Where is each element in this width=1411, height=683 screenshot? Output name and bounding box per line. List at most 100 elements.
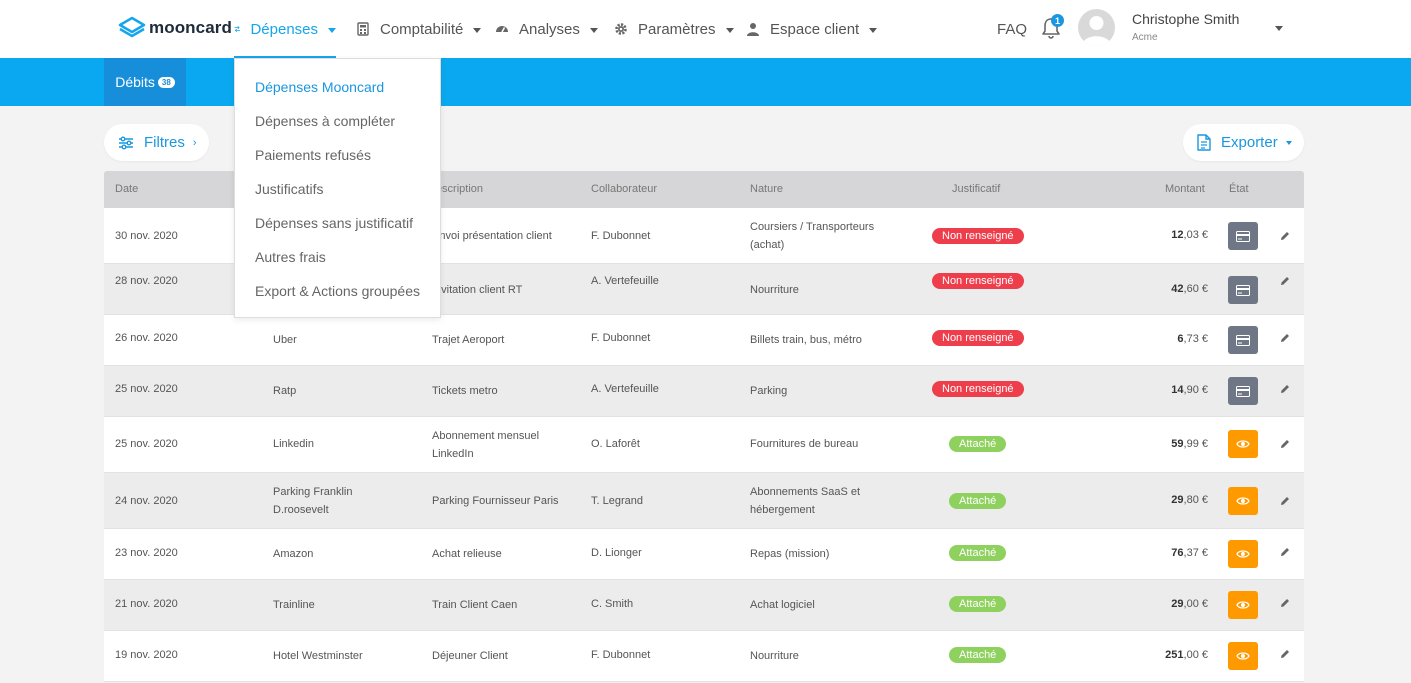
menu-item-depenses-mooncard[interactable]: Dépenses Mooncard [255,79,384,95]
row-collaborator: A. Vertefeuille [591,275,659,287]
nav-analyses-label: Analyses [519,20,580,38]
header-collaborator[interactable]: Collaborateur [591,183,657,195]
amount-integer: 14 [1171,384,1184,396]
view-receipt-button[interactable] [1228,642,1258,670]
row-amount: 42,60 € [1171,283,1208,295]
menu-item-depenses-sans-justificatif[interactable]: Dépenses sans justificatif [255,215,413,231]
row-amount: 14,90 € [1171,384,1208,396]
view-receipt-button[interactable] [1228,540,1258,568]
header-amount[interactable]: Montant [1165,183,1205,195]
pencil-icon[interactable] [1279,275,1291,287]
brand-name: mooncard [149,18,232,37]
row-merchant: Parking Franklin D.roosevelt [273,486,353,516]
menu-item-paiements-refuses[interactable]: Paiements refusés [255,147,371,163]
credit-card-icon [1236,334,1250,346]
table-row[interactable]: 24 nov. 2020 Parking Franklin D.roosevel… [104,473,1304,529]
filters-button[interactable]: Filtres › [104,124,209,161]
row-collaborator: O. Laforêt [591,438,640,450]
amount-decimal: ,80 € [1183,494,1208,506]
faq-link[interactable]: FAQ [997,0,1027,58]
row-amount: 29,00 € [1171,598,1208,610]
row-amount: 12,03 € [1171,229,1208,241]
row-description: Trajet Aeroport [432,334,505,346]
amount-integer: 29 [1171,598,1184,610]
pencil-icon[interactable] [1279,546,1291,558]
table-row[interactable]: 26 nov. 2020 Uber Trajet Aeroport F. Dub… [104,315,1304,366]
menu-item-autres-frais[interactable]: Autres frais [255,249,326,265]
header-state[interactable]: État [1229,183,1249,195]
amount-integer: 12 [1171,229,1184,241]
row-collaborator: F. Dubonnet [591,332,651,344]
amount-integer: 42 [1171,283,1184,295]
nav-comptabilite[interactable]: Comptabilité [356,0,482,58]
menu-item-export-actions-groupees[interactable]: Export & Actions groupées [255,283,420,299]
receipt-status-badge: Attaché [949,493,1007,509]
receipt-status-badge: Non renseigné [932,381,1024,397]
eye-icon [1236,550,1250,558]
nav-parametres[interactable]: Paramètres [614,0,734,58]
row-amount: 76,37 € [1171,547,1208,559]
nav-analyses[interactable]: Analyses [495,0,598,58]
card-state-button[interactable] [1228,377,1258,405]
avatar[interactable] [1078,9,1115,46]
table-row[interactable]: 19 nov. 2020 Hotel Westminster Déjeuner … [104,631,1304,682]
header-date[interactable]: Date [115,183,138,195]
tab-debits-label: Débits [115,74,155,90]
pencil-icon[interactable] [1279,438,1291,450]
notification-count-badge: 1 [1051,14,1064,27]
row-collaborator: T. Legrand [591,495,643,507]
chevron-down-icon [589,27,598,33]
card-state-button[interactable] [1228,222,1258,250]
pencil-icon[interactable] [1279,597,1291,609]
receipt-status-badge: Attaché [949,647,1007,663]
row-nature: Fournitures de bureau [750,438,859,450]
pencil-icon[interactable] [1279,648,1291,660]
depenses-dropdown-menu: Dépenses Mooncard Dépenses à compléter P… [234,58,441,318]
row-nature: Abonnements SaaS et hébergement [750,486,861,516]
view-receipt-button[interactable] [1228,591,1258,619]
row-description: Envoi présentation client [432,230,552,242]
card-state-button[interactable] [1228,326,1258,354]
chevron-down-icon [328,27,336,33]
view-receipt-button[interactable] [1228,487,1258,515]
row-nature: Billets train, bus, métro [750,334,862,346]
receipt-status-badge: Non renseigné [932,330,1024,346]
export-button[interactable]: Exporter [1183,124,1304,161]
table-row[interactable]: 23 nov. 2020 Amazon Achat relieuse D. Li… [104,529,1304,580]
chevron-right-icon: › [192,136,197,149]
chevron-down-icon[interactable] [1275,26,1283,31]
mooncard-logo[interactable]: mooncard [118,15,232,41]
row-description: Train Client Caen [432,599,518,611]
nav-espace-client[interactable]: Espace client [746,0,878,58]
header-nature[interactable]: Nature [750,183,783,195]
menu-item-depenses-a-completer[interactable]: Dépenses à compléter [255,113,395,129]
pencil-icon[interactable] [1279,332,1291,344]
nav-parametres-label: Paramètres [638,20,716,38]
row-description: Déjeuner Client [432,650,508,662]
header-receipt[interactable]: Justificatif [952,183,1000,195]
receipt-status-badge: Attaché [949,436,1007,452]
table-row[interactable]: 25 nov. 2020 Linkedin Abonnement mensuel… [104,417,1304,473]
row-merchant: Hotel Westminster [273,650,363,662]
view-receipt-button[interactable] [1228,430,1258,458]
tab-debits-count: 38 [157,76,175,88]
chevron-down-icon [473,27,482,33]
table-row[interactable]: 21 nov. 2020 Trainline Train Client Caen… [104,580,1304,631]
credit-card-icon [1236,385,1250,397]
row-date: 24 nov. 2020 [115,495,178,507]
user-icon [747,23,759,36]
pencil-icon[interactable] [1279,495,1291,507]
chevron-down-icon [869,27,878,33]
pencil-icon[interactable] [1279,230,1291,242]
menu-item-justificatifs[interactable]: Justificatifs [255,181,323,197]
row-collaborator: A. Vertefeuille [591,383,659,395]
chevron-down-icon [1285,140,1292,145]
user-name[interactable]: Christophe Smith [1132,11,1239,27]
row-merchant: Trainline [273,599,315,611]
card-state-button[interactable] [1228,276,1258,304]
nav-depenses[interactable]: Dépenses [234,0,336,58]
table-row[interactable]: 25 nov. 2020 Ratp Tickets metro A. Verte… [104,366,1304,417]
pencil-icon[interactable] [1279,383,1291,395]
tab-debits[interactable]: Débits 38 [104,58,186,106]
amount-decimal: ,00 € [1183,649,1208,661]
